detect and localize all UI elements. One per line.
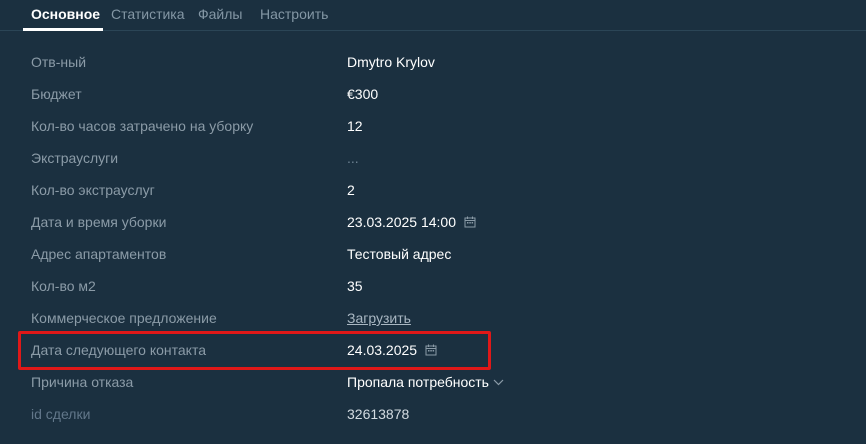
- field-label: Кол-во м2: [31, 278, 96, 294]
- extra-services-count-value[interactable]: 2: [347, 181, 355, 199]
- field-label: Причина отказа: [31, 374, 134, 390]
- field-row-budget: Бюджет €300: [0, 78, 866, 110]
- tab-statistics[interactable]: Статистика: [111, 5, 185, 23]
- field-row-apartment-address: Адрес апартаментов Тестовый адрес: [0, 238, 866, 270]
- apartment-address-value[interactable]: Тестовый адрес: [347, 245, 451, 263]
- field-label: Дата и время уборки: [31, 214, 167, 230]
- cleaning-datetime-field[interactable]: 23.03.2025 14:00: [347, 213, 476, 231]
- budget-value[interactable]: €300: [347, 85, 378, 103]
- next-contact-date-value: 24.03.2025: [347, 342, 418, 358]
- calendar-icon[interactable]: [425, 344, 437, 356]
- tab-bar: Основное Статистика Файлы Настроить: [0, 0, 866, 31]
- calendar-icon[interactable]: [464, 216, 476, 228]
- field-row-extra-services: Экстрауслуги ...: [0, 142, 866, 174]
- field-row-deal-id: id сделки 32613878: [0, 398, 866, 430]
- cleaning-datetime-value: 23.03.2025 14:00: [347, 214, 456, 230]
- tab-main[interactable]: Основное: [31, 5, 100, 23]
- field-label: Кол-во экстрауслуг: [31, 182, 155, 198]
- field-label: Адрес апартаментов: [31, 246, 167, 262]
- active-tab-indicator: [23, 28, 103, 31]
- responsible-value[interactable]: Dmytro Krylov: [347, 53, 435, 71]
- field-label: id сделки: [31, 406, 91, 422]
- field-row-cleaning-datetime: Дата и время уборки 23.03.2025 14:00: [0, 206, 866, 238]
- field-label: Коммерческое предложение: [31, 310, 217, 326]
- refusal-reason-value: Пропала потребность: [347, 374, 489, 390]
- refusal-reason-select[interactable]: Пропала потребность: [347, 373, 504, 391]
- tab-files[interactable]: Файлы: [198, 5, 242, 23]
- field-row-refusal-reason: Причина отказа Пропала потребность: [0, 366, 866, 398]
- upload-link[interactable]: Загрузить: [347, 309, 411, 327]
- field-row-area: Кол-во м2 35: [0, 270, 866, 302]
- field-row-extra-services-count: Кол-во экстрауслуг 2: [0, 174, 866, 206]
- area-value[interactable]: 35: [347, 277, 363, 295]
- next-contact-date-field[interactable]: 24.03.2025: [347, 341, 437, 359]
- field-label: Дата следующего контакта: [31, 342, 206, 358]
- tab-settings[interactable]: Настроить: [260, 5, 328, 23]
- deal-id-value: 32613878: [347, 406, 410, 422]
- field-label: Кол-во часов затрачено на уборку: [31, 118, 254, 134]
- extra-services-value[interactable]: ...: [347, 149, 359, 167]
- field-label: Бюджет: [31, 86, 82, 102]
- cleaning-hours-value[interactable]: 12: [347, 117, 363, 135]
- field-row-commercial-offer: Коммерческое предложение Загрузить: [0, 302, 866, 334]
- chevron-down-icon[interactable]: [493, 378, 504, 386]
- field-row-next-contact-date: Дата следующего контакта 24.03.2025: [0, 334, 866, 366]
- field-row-responsible: Отв-ный Dmytro Krylov: [0, 46, 866, 78]
- field-label: Экстрауслуги: [31, 150, 119, 166]
- field-row-cleaning-hours: Кол-во часов затрачено на уборку 12: [0, 110, 866, 142]
- field-label: Отв-ный: [31, 54, 87, 70]
